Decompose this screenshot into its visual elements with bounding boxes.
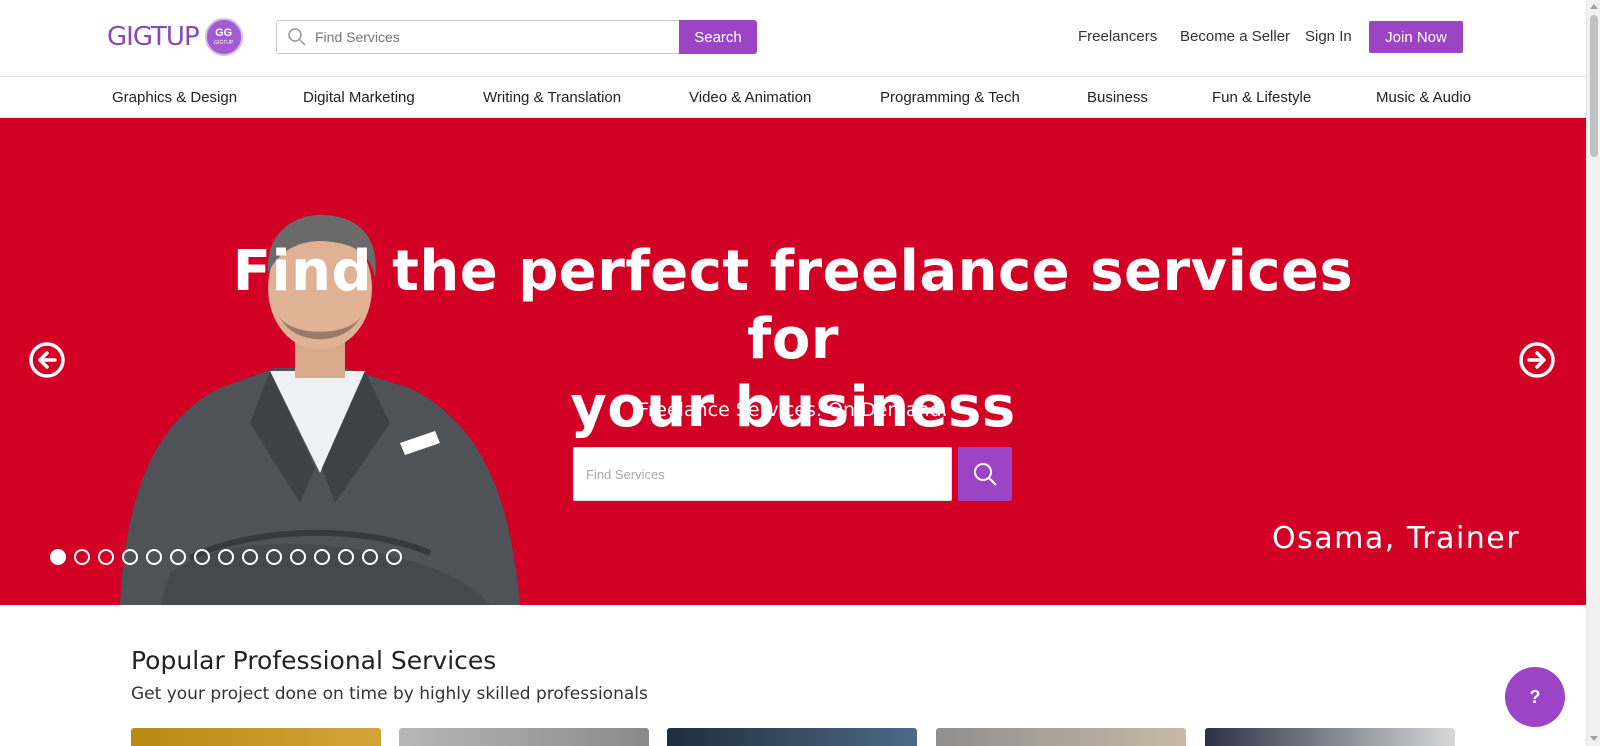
logo-badge-text: GG xyxy=(215,27,233,39)
logo-badge-small-text: GIGTUP xyxy=(214,40,234,46)
logo-badge-icon: GG GIGTUP xyxy=(204,18,243,56)
carousel-dot[interactable] xyxy=(170,549,186,565)
scroll-thumb[interactable] xyxy=(1590,15,1598,157)
service-card[interactable] xyxy=(1205,728,1455,746)
hero-search-button[interactable] xyxy=(958,447,1012,501)
carousel-dot[interactable] xyxy=(266,549,282,565)
site-header: GIGTUP GG GIGTUP Search Freelancers Beco… xyxy=(0,0,1586,77)
service-card[interactable] xyxy=(399,728,649,746)
category-fun-lifestyle[interactable]: Fun & Lifestyle xyxy=(1212,89,1311,106)
hero-caption: Osama, Trainer xyxy=(1272,521,1521,556)
nav-sign-in-link[interactable]: Sign In xyxy=(1305,28,1352,45)
header-search-box xyxy=(276,20,680,54)
site-logo[interactable]: GIGTUP GG GIGTUP xyxy=(107,18,243,56)
hero-banner: Find the perfect freelance services for … xyxy=(0,118,1586,605)
hero-search-input[interactable] xyxy=(586,466,936,482)
category-graphics-design[interactable]: Graphics & Design xyxy=(112,89,237,106)
carousel-prev-arrow-icon[interactable] xyxy=(28,341,66,379)
help-button[interactable]: ? xyxy=(1505,667,1565,727)
carousel-dot[interactable] xyxy=(122,549,138,565)
carousel-dot[interactable] xyxy=(50,549,66,565)
carousel-dot[interactable] xyxy=(314,549,330,565)
service-card[interactable] xyxy=(667,728,917,746)
join-now-button[interactable]: Join Now xyxy=(1369,21,1463,53)
search-icon xyxy=(974,463,997,486)
category-writing-translation[interactable]: Writing & Translation xyxy=(483,89,621,106)
category-business[interactable]: Business xyxy=(1087,89,1148,106)
carousel-dot[interactable] xyxy=(146,549,162,565)
category-music-audio[interactable]: Music & Audio xyxy=(1376,89,1471,106)
category-video-animation[interactable]: Video & Animation xyxy=(689,89,811,106)
carousel-dot[interactable] xyxy=(74,549,90,565)
hero-title-line-1: Find the perfect freelance services for xyxy=(232,239,1354,372)
carousel-dot[interactable] xyxy=(194,549,210,565)
carousel-dot[interactable] xyxy=(338,549,354,565)
hero-search-box xyxy=(573,447,952,501)
logo-wordmark: GIGTUP xyxy=(107,22,200,52)
category-programming-tech[interactable]: Programming & Tech xyxy=(880,89,1020,106)
service-card[interactable] xyxy=(131,728,381,746)
popular-services-subtitle: Get your project done on time by highly … xyxy=(131,684,648,704)
carousel-dot[interactable] xyxy=(242,549,258,565)
popular-services-title: Popular Professional Services xyxy=(131,646,497,675)
header-search-input[interactable] xyxy=(315,29,655,45)
scroll-up-arrow-icon[interactable] xyxy=(1590,4,1598,9)
category-bar: Graphics & Design Digital Marketing Writ… xyxy=(0,78,1586,118)
page-scrollbar[interactable] xyxy=(1586,0,1600,746)
search-icon xyxy=(288,28,306,46)
carousel-dot[interactable] xyxy=(362,549,378,565)
carousel-dot[interactable] xyxy=(386,549,402,565)
service-card[interactable] xyxy=(936,728,1186,746)
scroll-down-arrow-icon[interactable] xyxy=(1590,736,1598,741)
nav-become-seller-link[interactable]: Become a Seller xyxy=(1180,28,1290,45)
hero-subtitle: Freelance Services. On Demand. xyxy=(638,399,948,421)
carousel-next-arrow-icon[interactable] xyxy=(1518,341,1556,379)
carousel-dots xyxy=(50,549,410,565)
carousel-dot[interactable] xyxy=(98,549,114,565)
carousel-dot[interactable] xyxy=(290,549,306,565)
category-digital-marketing[interactable]: Digital Marketing xyxy=(303,89,415,106)
nav-freelancers-link[interactable]: Freelancers xyxy=(1078,28,1157,45)
carousel-dot[interactable] xyxy=(218,549,234,565)
header-search-button[interactable]: Search xyxy=(679,20,757,54)
